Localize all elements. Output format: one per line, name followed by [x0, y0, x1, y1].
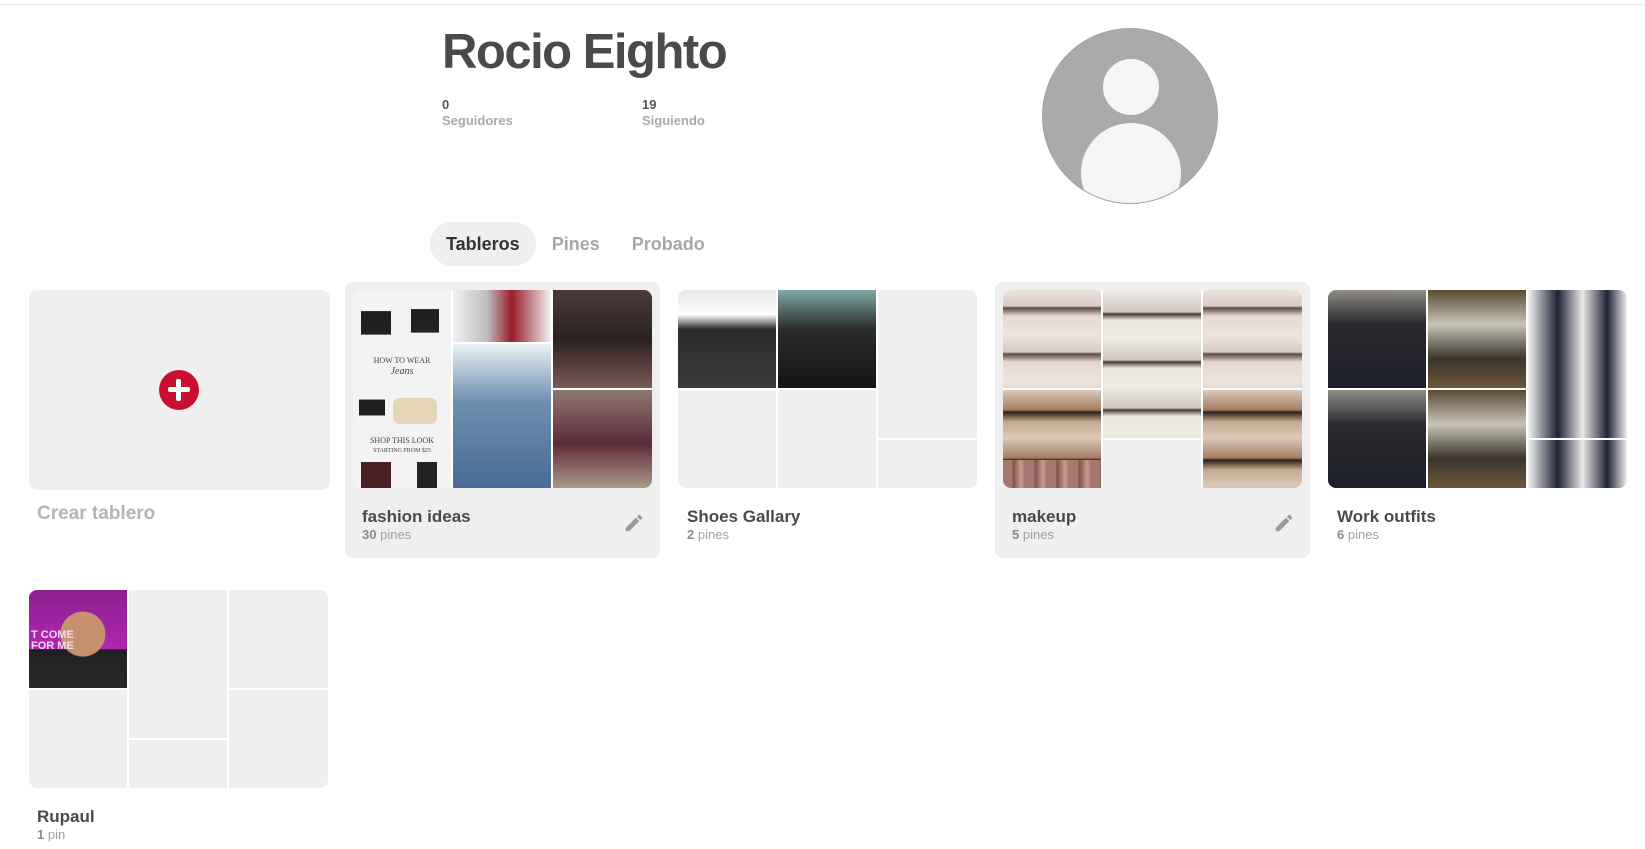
- profile-name: Rocio Eighto: [442, 25, 728, 79]
- pencil-icon[interactable]: [623, 512, 647, 536]
- avatar-head-shape: [1103, 59, 1159, 115]
- board-cover: T COME FOR ME: [29, 590, 328, 788]
- cover-placeholder: [229, 690, 328, 788]
- board-makeup[interactable]: makeup 5 pines: [995, 282, 1310, 558]
- cover-image: [1003, 390, 1101, 460]
- image-caption: Jeans: [390, 366, 414, 377]
- cover-image: [453, 344, 551, 488]
- board-pin-count: 5 pines: [1012, 527, 1054, 542]
- profile-tabs: Tableros Pines Probado: [430, 222, 721, 266]
- cover-image: [1428, 390, 1526, 488]
- following-stat[interactable]: 19 Siguiendo: [642, 97, 705, 129]
- plus-circle-icon: [159, 370, 199, 410]
- cover-placeholder: [778, 390, 876, 488]
- cover-placeholder: [878, 440, 977, 488]
- board-pin-count: 1 pin: [37, 827, 66, 842]
- board-pin-count: 2 pines: [687, 527, 729, 542]
- tab-tableros[interactable]: Tableros: [430, 222, 536, 266]
- board-cover: [1003, 290, 1302, 488]
- cover-image: [1528, 440, 1627, 488]
- board-work-outfits[interactable]: Work outfits 6 pines: [1320, 282, 1635, 558]
- cover-image: [1003, 290, 1101, 388]
- board-title: Rupaul: [37, 807, 95, 826]
- cover-placeholder: [129, 590, 227, 738]
- create-board-label: Crear tablero: [37, 503, 156, 524]
- following-count: 19: [642, 97, 657, 112]
- cover-image: [1528, 290, 1627, 438]
- image-caption: SHOP THIS LOOK: [369, 436, 434, 445]
- board-pin-count: 6 pines: [1337, 527, 1379, 542]
- board-title: Work outfits: [1337, 507, 1436, 526]
- followers-count: 0: [442, 97, 450, 112]
- tab-pines[interactable]: Pines: [536, 222, 616, 266]
- cover-image: [778, 290, 876, 388]
- create-board-button[interactable]: [29, 290, 330, 490]
- cover-image: [553, 390, 652, 488]
- cover-image: [1003, 460, 1101, 488]
- board-shoes-gallary[interactable]: Shoes Gallary 2 pines: [670, 282, 985, 558]
- cover-image: [1203, 290, 1302, 388]
- cover-image: [1428, 290, 1526, 388]
- cover-image: HOW TO WEAR Jeans SHOP THIS LOOK STARTIN…: [353, 290, 451, 488]
- followers-stat[interactable]: 0 Seguidores: [442, 97, 513, 129]
- cover-placeholder: [878, 290, 977, 438]
- board-cover: HOW TO WEAR Jeans SHOP THIS LOOK STARTIN…: [353, 290, 652, 488]
- board-rupaul[interactable]: T COME FOR ME Rupaul 1 pin: [21, 582, 336, 844]
- cover-image: [1328, 290, 1426, 388]
- pencil-icon[interactable]: [1273, 512, 1297, 536]
- cover-placeholder: [29, 690, 127, 788]
- image-caption: STARTING FROM $25: [373, 448, 431, 454]
- top-divider: [0, 4, 1645, 5]
- followers-label: Seguidores: [442, 113, 513, 128]
- cover-image: [678, 290, 776, 388]
- avatar[interactable]: [1042, 28, 1218, 204]
- cover-image: [1103, 290, 1201, 438]
- image-caption: HOW TO WEAR: [373, 356, 431, 365]
- avatar-body-shape: [1081, 123, 1181, 203]
- board-fashion-ideas[interactable]: HOW TO WEAR Jeans SHOP THIS LOOK STARTIN…: [345, 282, 660, 558]
- cover-placeholder: [129, 740, 227, 788]
- cover-placeholder: [1103, 440, 1201, 488]
- board-pin-count: 30 pines: [362, 527, 412, 542]
- board-cover: [678, 290, 977, 488]
- board-title: makeup: [1012, 507, 1077, 526]
- tab-probado[interactable]: Probado: [616, 222, 721, 266]
- board-title: Shoes Gallary: [687, 507, 801, 526]
- cover-image: [1328, 390, 1426, 488]
- cover-placeholder: [678, 390, 776, 488]
- image-caption: FOR ME: [31, 640, 74, 652]
- cover-image: [1203, 390, 1302, 488]
- cover-image: T COME FOR ME: [29, 590, 127, 688]
- cover-image: [453, 290, 551, 342]
- cover-placeholder: [229, 590, 328, 688]
- board-title: fashion ideas: [362, 507, 471, 526]
- board-cover: [1328, 290, 1627, 488]
- cover-image: [553, 290, 652, 388]
- following-label: Siguiendo: [642, 113, 705, 128]
